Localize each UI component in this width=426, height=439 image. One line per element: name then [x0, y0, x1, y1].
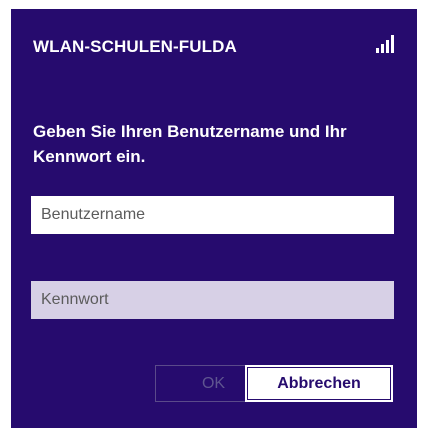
- wifi-signal-icon: [367, 31, 397, 53]
- login-prompt: Geben Sie Ihren Benutzername und Ihr Ken…: [33, 122, 347, 166]
- wifi-login-panel: WLAN-SCHULEN-FULDA Geben Sie Ihren Benut…: [11, 9, 417, 428]
- password-input[interactable]: [31, 281, 394, 319]
- cancel-button[interactable]: Abbrechen: [245, 365, 393, 402]
- network-name: WLAN-SCHULEN-FULDA: [33, 37, 237, 56]
- username-input[interactable]: [31, 196, 394, 234]
